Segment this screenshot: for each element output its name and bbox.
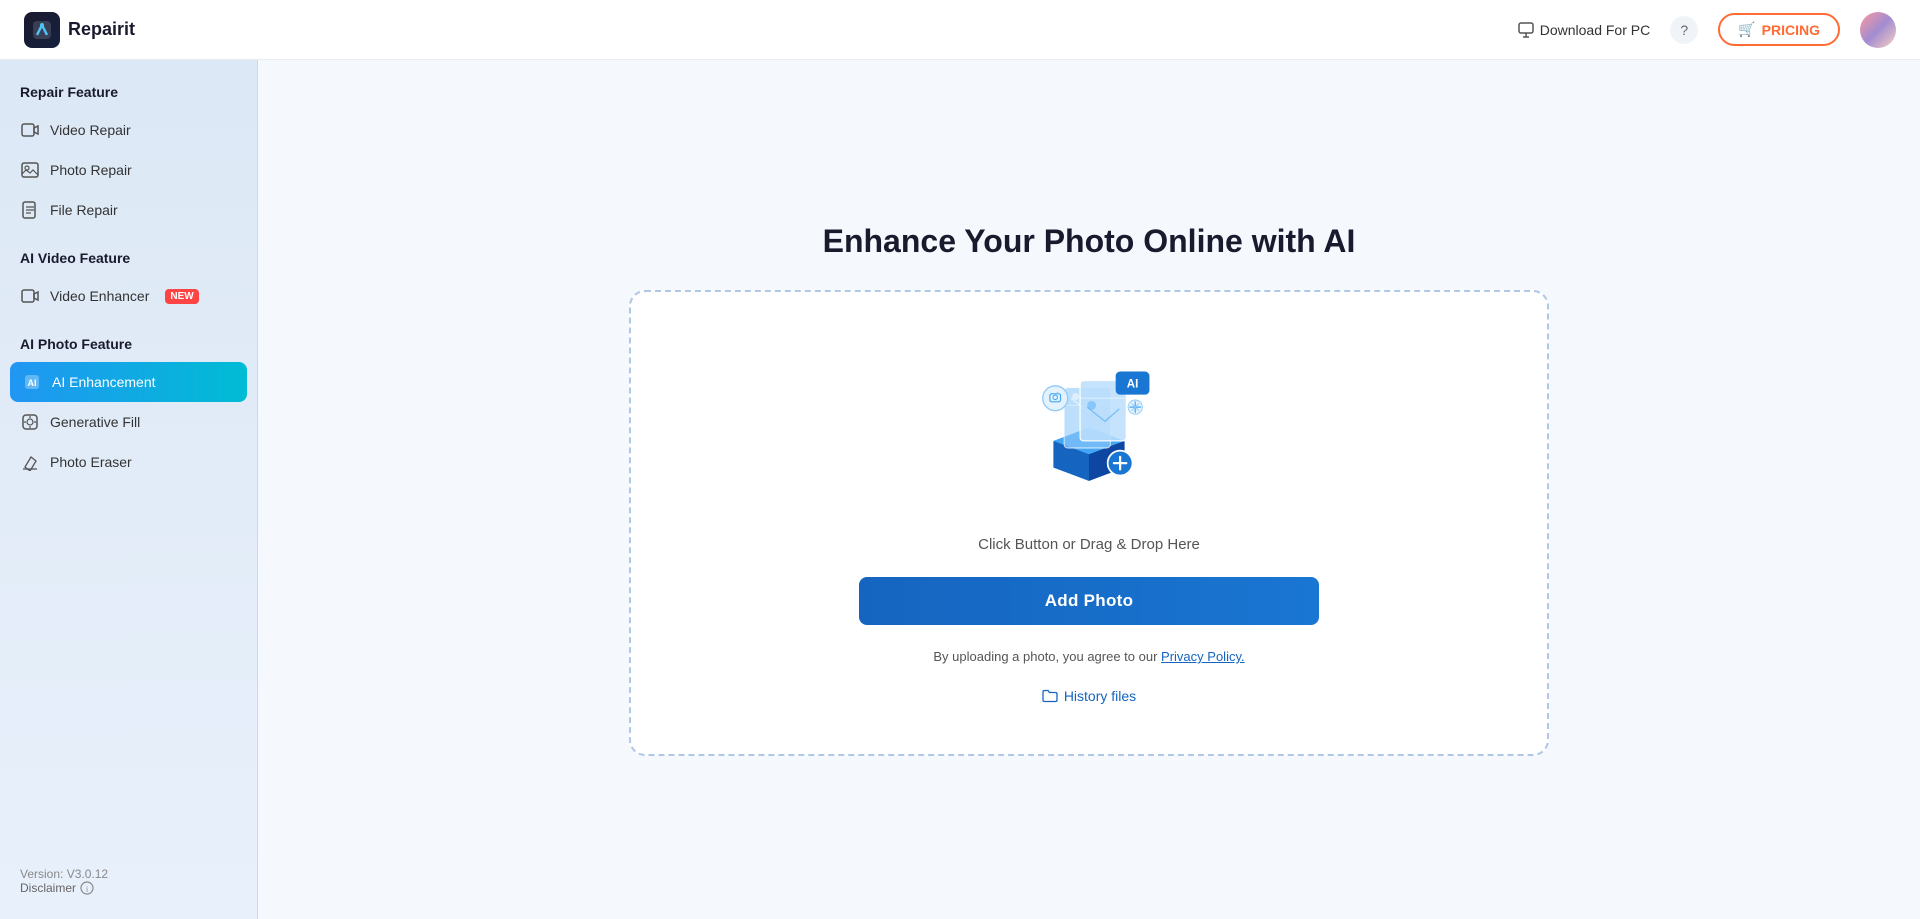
photo-repair-icon [20, 160, 40, 180]
cart-icon: 🛒 [1738, 21, 1755, 38]
add-photo-button[interactable]: Add Photo [859, 577, 1319, 625]
sidebar: Repair Feature Video Repair Photo Repair [0, 60, 258, 919]
drop-zone[interactable]: AI Click Button or Drag & Drop Here Add … [629, 290, 1549, 756]
sidebar-item-video-enhancer[interactable]: Video Enhancer NEW [0, 276, 257, 316]
svg-text:i: i [86, 885, 88, 894]
header: Repairit Download For PC ? 🛒 PRICING [0, 0, 1920, 60]
sidebar-item-ai-enhancement[interactable]: AI AI Enhancement [10, 362, 247, 402]
page-title: Enhance Your Photo Online with AI [629, 223, 1549, 260]
sidebar-item-generative-fill[interactable]: Generative Fill [0, 402, 257, 442]
generative-fill-icon [20, 412, 40, 432]
history-files-link[interactable]: History files [1042, 688, 1136, 704]
app-title: Repairit [68, 19, 135, 40]
sidebar-footer: Version: V3.0.12 Disclaimer i [0, 867, 257, 895]
repair-feature-label: Repair Feature [0, 84, 257, 110]
help-button[interactable]: ? [1670, 16, 1698, 44]
ai-photo-feature-label: AI Photo Feature [0, 336, 257, 362]
version-text: Version: V3.0.12 [20, 867, 237, 881]
svg-text:AI: AI [28, 378, 37, 388]
video-enhancer-icon [20, 286, 40, 306]
photo-repair-label: Photo Repair [50, 162, 132, 178]
video-repair-label: Video Repair [50, 122, 131, 138]
logo-area: Repairit [24, 12, 135, 48]
pricing-button[interactable]: 🛒 PRICING [1718, 13, 1840, 46]
header-right: Download For PC ? 🛒 PRICING [1518, 12, 1896, 48]
disclaimer-row[interactable]: Disclaimer i [20, 881, 237, 895]
spacer2 [0, 316, 257, 336]
photo-eraser-icon [20, 452, 40, 472]
upload-illustration: AI [999, 352, 1179, 512]
content-area: Enhance Your Photo Online with AI [258, 60, 1920, 919]
logo-icon [24, 12, 60, 48]
photo-eraser-label: Photo Eraser [50, 454, 132, 470]
user-avatar[interactable] [1860, 12, 1896, 48]
disclaimer-label: Disclaimer [20, 881, 76, 895]
video-repair-icon [20, 120, 40, 140]
info-icon: i [80, 881, 94, 895]
upload-container: Enhance Your Photo Online with AI [629, 223, 1549, 756]
ai-enhancement-icon: AI [22, 372, 42, 392]
svg-text:AI: AI [1127, 379, 1139, 391]
video-enhancer-label: Video Enhancer [50, 288, 149, 304]
sidebar-item-photo-eraser[interactable]: Photo Eraser [0, 442, 257, 482]
sidebar-item-file-repair[interactable]: File Repair [0, 190, 257, 230]
privacy-text: By uploading a photo, you agree to our P… [933, 649, 1244, 664]
ai-video-feature-label: AI Video Feature [0, 250, 257, 276]
file-repair-label: File Repair [50, 202, 118, 218]
generative-fill-label: Generative Fill [50, 414, 140, 430]
folder-icon [1042, 688, 1058, 704]
privacy-policy-link[interactable]: Privacy Policy. [1161, 649, 1245, 664]
sidebar-item-video-repair[interactable]: Video Repair [0, 110, 257, 150]
new-badge: NEW [165, 289, 198, 304]
sidebar-item-photo-repair[interactable]: Photo Repair [0, 150, 257, 190]
drop-hint: Click Button or Drag & Drop Here [978, 536, 1200, 553]
download-button[interactable]: Download For PC [1518, 22, 1651, 38]
main-layout: Repair Feature Video Repair Photo Repair [0, 60, 1920, 919]
file-repair-icon [20, 200, 40, 220]
spacer1 [0, 230, 257, 250]
ai-enhancement-label: AI Enhancement [52, 374, 156, 390]
monitor-icon [1518, 22, 1534, 38]
